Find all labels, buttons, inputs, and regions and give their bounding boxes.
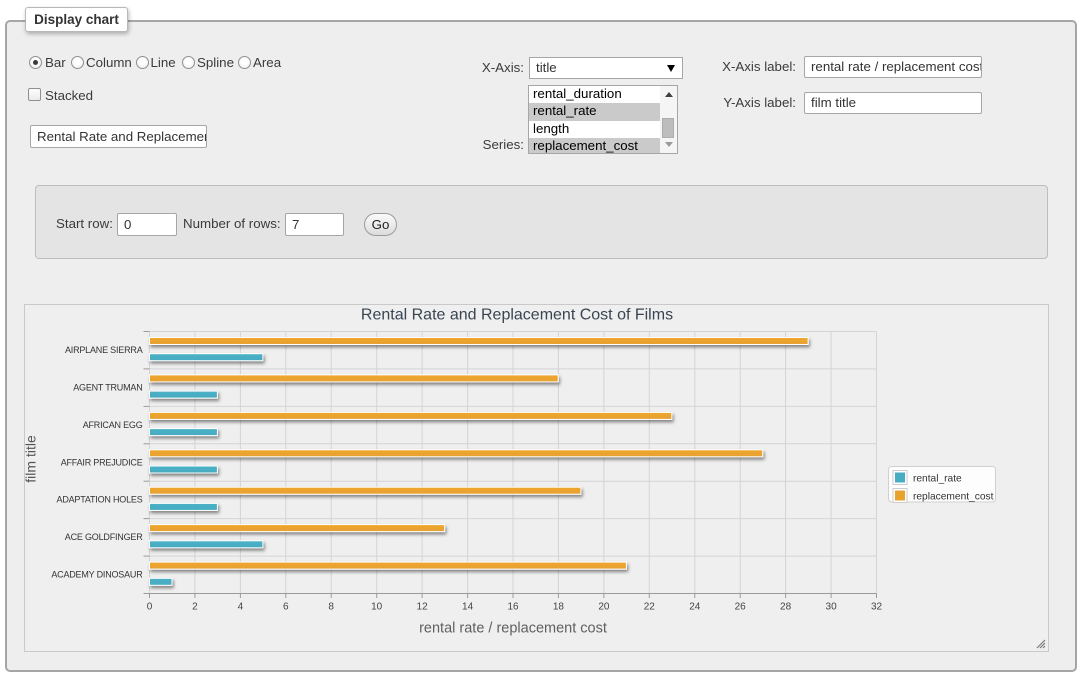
svg-text:18: 18 bbox=[553, 602, 565, 613]
svg-text:22: 22 bbox=[644, 602, 656, 613]
svg-text:32: 32 bbox=[871, 602, 883, 613]
svg-text:ACADEMY DINOSAUR: ACADEMY DINOSAUR bbox=[51, 570, 143, 580]
svg-text:film title: film title bbox=[24, 435, 39, 483]
svg-text:2: 2 bbox=[192, 602, 198, 613]
svg-text:Rental Rate and Replacement Co: Rental Rate and Replacement Cost of Film… bbox=[361, 307, 673, 324]
svg-text:rental_rate: rental_rate bbox=[913, 474, 962, 485]
svg-text:AFRICAN EGG: AFRICAN EGG bbox=[83, 420, 143, 430]
svg-text:12: 12 bbox=[417, 602, 429, 613]
svg-text:14: 14 bbox=[462, 602, 474, 613]
svg-text:16: 16 bbox=[507, 602, 519, 613]
svg-text:AGENT TRUMAN: AGENT TRUMAN bbox=[73, 382, 142, 392]
svg-text:6: 6 bbox=[283, 602, 289, 613]
svg-text:ACE GOLDFINGER: ACE GOLDFINGER bbox=[65, 532, 143, 542]
svg-text:0: 0 bbox=[147, 602, 153, 613]
svg-text:rental rate / replacement cost: rental rate / replacement cost bbox=[419, 621, 607, 637]
svg-text:28: 28 bbox=[780, 602, 792, 613]
svg-text:26: 26 bbox=[735, 602, 747, 613]
svg-text:4: 4 bbox=[238, 602, 244, 613]
svg-text:8: 8 bbox=[328, 602, 334, 613]
svg-text:10: 10 bbox=[371, 602, 383, 613]
svg-text:replacement_cost: replacement_cost bbox=[913, 492, 994, 503]
svg-text:AFFAIR PREJUDICE: AFFAIR PREJUDICE bbox=[61, 457, 143, 467]
svg-text:24: 24 bbox=[689, 602, 701, 613]
svg-text:30: 30 bbox=[826, 602, 838, 613]
svg-text:AIRPLANE SIERRA: AIRPLANE SIERRA bbox=[65, 345, 143, 355]
svg-text:ADAPTATION HOLES: ADAPTATION HOLES bbox=[57, 495, 143, 505]
svg-text:20: 20 bbox=[598, 602, 610, 613]
